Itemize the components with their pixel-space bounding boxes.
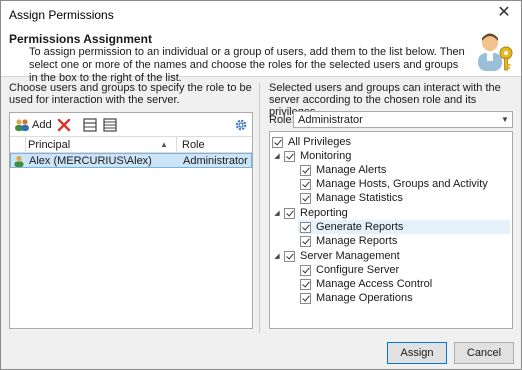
add-button-label: Add — [32, 119, 52, 131]
title-bar: Assign Permissions ✕ — [1, 1, 521, 27]
principals-list: Add Principal ▲ Role Alex (MERCURIUS\Ale… — [9, 112, 253, 329]
checkbox[interactable] — [284, 150, 295, 162]
assign-permissions-dialog: Assign Permissions ✕ Permissions Assignm… — [0, 0, 522, 370]
add-users-icon — [15, 119, 29, 131]
sort-ascending-icon: ▲ — [160, 140, 168, 149]
column-separator[interactable] — [176, 137, 177, 153]
tree-item-manage-access-control[interactable]: Manage Access Control — [300, 277, 432, 291]
row-role: Administrator — [183, 155, 248, 167]
dialog-footer: Assign Cancel — [1, 335, 521, 369]
table-row[interactable]: Alex (MERCURIUS\Alex) Administrator — [10, 153, 252, 168]
tree-item-reporting[interactable]: ◢ Reporting — [272, 206, 348, 220]
tree-item-label: Server Management — [300, 250, 400, 262]
role-label: Role: — [269, 114, 295, 126]
user-icon — [14, 155, 24, 167]
tree-item-label: Manage Alerts — [316, 164, 387, 176]
checkbox[interactable] — [300, 278, 311, 290]
row-principal: Alex (MERCURIUS\Alex) — [29, 155, 152, 167]
tree-item-label: Manage Hosts, Groups and Activity — [316, 178, 488, 190]
panel-divider[interactable] — [259, 83, 260, 333]
column-separator — [25, 137, 26, 153]
window-title: Assign Permissions — [9, 8, 114, 22]
chevron-down-icon[interactable]: ▼ — [498, 112, 512, 127]
checkbox[interactable] — [300, 178, 311, 190]
collapse-arrow-icon[interactable]: ◢ — [272, 152, 282, 160]
tree-item-generate-reports[interactable]: Generate Reports — [300, 220, 403, 234]
collapse-arrow-icon[interactable]: ◢ — [272, 209, 282, 217]
tree-item-label: Generate Reports — [316, 221, 404, 233]
header-banner: Permissions Assignment To assign permiss… — [1, 27, 521, 84]
user-key-icon — [478, 33, 513, 71]
collapse-arrow-icon[interactable]: ◢ — [272, 252, 282, 260]
privileges-tree: All Privileges ◢ Monitoring Manage Alert… — [269, 131, 513, 329]
tree-item-label: Manage Statistics — [316, 192, 403, 204]
close-icon[interactable]: ✕ — [493, 3, 515, 25]
principals-toolbar: Add — [10, 113, 252, 137]
tree-item-manage-statistics[interactable]: Manage Statistics — [300, 191, 403, 205]
tree-item-all-privileges[interactable]: All Privileges — [272, 135, 351, 149]
add-button[interactable]: Add — [14, 116, 52, 134]
tree-item-label: Configure Server — [316, 264, 400, 276]
checkbox[interactable] — [300, 292, 311, 304]
checkbox[interactable] — [300, 235, 311, 247]
header-description: To assign permission to an individual or… — [29, 46, 465, 84]
view-list-button[interactable] — [103, 116, 117, 134]
tree-item-server-management[interactable]: ◢ Server Management — [272, 249, 400, 263]
column-header-role[interactable]: Role — [182, 139, 205, 151]
assign-button[interactable]: Assign — [387, 342, 447, 364]
gear-icon — [235, 119, 247, 131]
remove-x-icon — [57, 118, 71, 132]
view-grid-button[interactable] — [83, 116, 97, 134]
principals-grid-header: Principal ▲ Role — [10, 137, 252, 153]
role-select[interactable]: Administrator ▼ — [293, 111, 513, 128]
tree-item-label: Reporting — [300, 207, 348, 219]
checkbox[interactable] — [300, 192, 311, 204]
tree-item-label: Manage Access Control — [316, 278, 433, 290]
view-list-icon — [103, 118, 117, 132]
view-grid-icon — [83, 118, 97, 132]
tree-item-manage-alerts[interactable]: Manage Alerts — [300, 163, 386, 177]
settings-button[interactable] — [234, 116, 248, 134]
checkbox[interactable] — [300, 164, 311, 176]
tree-item-label: Manage Reports — [316, 235, 398, 247]
tree-item-manage-hosts[interactable]: Manage Hosts, Groups and Activity — [300, 177, 488, 191]
tree-item-manage-reports[interactable]: Manage Reports — [300, 234, 397, 248]
tree-item-manage-operations[interactable]: Manage Operations — [300, 291, 413, 305]
left-instructions: Choose users and groups to specify the r… — [9, 82, 252, 106]
checkbox[interactable] — [272, 136, 283, 148]
tree-item-label: All Privileges — [288, 136, 351, 148]
tree-item-monitoring[interactable]: ◢ Monitoring — [272, 149, 351, 163]
remove-button[interactable] — [56, 116, 72, 134]
cancel-button[interactable]: Cancel — [454, 342, 514, 364]
checkbox[interactable] — [284, 250, 295, 262]
tree-item-label: Monitoring — [300, 150, 352, 162]
checkbox[interactable] — [284, 207, 295, 219]
column-header-principal[interactable]: Principal — [28, 139, 70, 151]
header-title: Permissions Assignment — [9, 32, 152, 46]
tree-item-configure-server[interactable]: Configure Server — [300, 263, 399, 277]
checkbox[interactable] — [300, 221, 311, 233]
role-select-value: Administrator — [298, 114, 363, 126]
checkbox[interactable] — [300, 264, 311, 276]
tree-item-label: Manage Operations — [316, 292, 413, 304]
